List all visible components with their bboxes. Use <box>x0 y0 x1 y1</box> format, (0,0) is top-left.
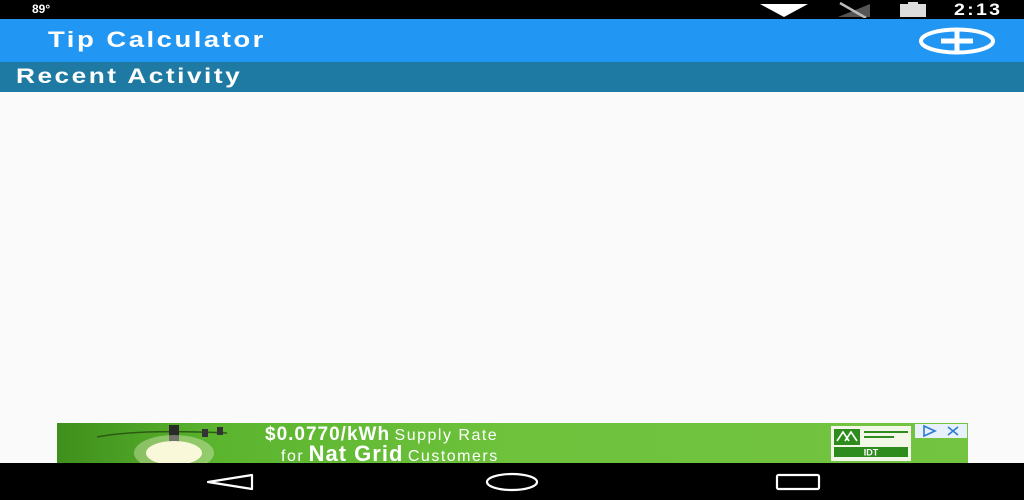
no-signal-icon <box>837 1 870 18</box>
app-screen: 89° 2:13 Tip Calculator Recent Activity … <box>0 0 1024 500</box>
battery-icon <box>899 2 926 17</box>
back-icon <box>206 473 254 490</box>
app-bar: Tip Calculator <box>0 19 1024 62</box>
ad-brand: Nat Grid <box>308 441 404 463</box>
wifi-icon <box>759 3 808 17</box>
home-button[interactable] <box>472 463 552 500</box>
ad-subline: for Nat Grid Customers <box>281 441 499 463</box>
ad-banner[interactable]: $0.0770/kWh Supply Rate for Nat Grid Cus… <box>57 423 968 463</box>
ad-for: for <box>281 448 305 463</box>
recents-icon <box>775 473 821 490</box>
back-button[interactable] <box>190 463 270 500</box>
section-header: Recent Activity <box>0 62 1024 92</box>
section-title: Recent Activity <box>16 65 243 88</box>
svg-text:IDT: IDT <box>864 448 879 458</box>
status-icons: 2:13 <box>759 0 1003 19</box>
light-bulb-icon <box>97 425 227 463</box>
navigation-bar <box>0 463 1024 500</box>
status-bar: 89° 2:13 <box>0 0 1024 19</box>
ad-customers: Customers <box>407 448 499 463</box>
add-button[interactable] <box>918 27 996 55</box>
app-title: Tip Calculator <box>48 27 266 52</box>
idt-logo: IDT <box>831 426 911 461</box>
ad-choices[interactable] <box>915 424 967 438</box>
temperature-indicator: 89° <box>32 2 51 16</box>
home-icon <box>485 472 539 491</box>
recent-activity-list[interactable] <box>0 92 1024 423</box>
clock: 2:13 <box>953 0 1003 19</box>
recents-button[interactable] <box>758 463 838 500</box>
plus-circle-icon <box>919 27 995 55</box>
